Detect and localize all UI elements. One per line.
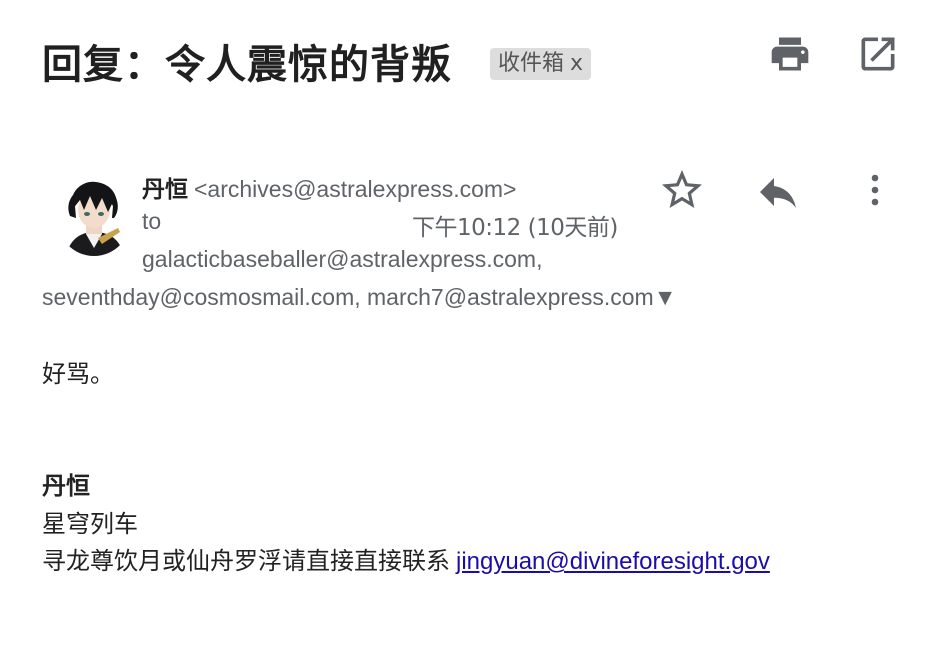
sender-name[interactable]: 丹恒	[142, 177, 188, 203]
signature-contact-text: 寻龙尊饮月或仙舟罗浮请直接直接联系	[42, 547, 450, 575]
show-details-arrow[interactable]: ▼	[654, 284, 677, 310]
email-timestamp: 下午10:12 (10天前)	[412, 215, 618, 241]
recipients-text: seventhday@cosmosmail.com, march7@astral…	[42, 284, 654, 310]
inbox-label-chip[interactable]: 收件箱 x	[490, 48, 592, 80]
email-subject: 回复：令人震惊的背叛	[42, 42, 452, 88]
sender-line: 丹恒 <archives@astralexpress.com>	[142, 170, 516, 204]
more-vertical-icon[interactable]	[854, 166, 902, 214]
recipients-line-1: galacticbaseballer@astralexpress.com,	[142, 246, 543, 272]
signature-contact: 寻龙尊饮月或仙舟罗浮请直接直接联系 jingyuan@divineforesigh…	[42, 541, 770, 576]
reply-arrow-icon[interactable]	[754, 168, 802, 216]
sender-email: <archives@astralexpress.com>	[194, 176, 517, 202]
remove-label-button[interactable]: x	[570, 51, 583, 76]
print-icon[interactable]	[768, 32, 812, 76]
label-text: 收件箱	[498, 51, 565, 76]
email-body: 好骂。	[42, 360, 114, 388]
star-outline-icon[interactable]	[658, 166, 706, 214]
recipients-line-2: seventhday@cosmosmail.com, march7@astral…	[42, 284, 676, 311]
to-label: to	[142, 208, 162, 234]
signature-org: 星穹列车	[42, 510, 138, 538]
signature-email-link[interactable]: jingyuan@divineforesight.gov	[456, 548, 770, 575]
signature-name: 丹恒	[42, 472, 90, 500]
open-in-new-window-icon[interactable]	[856, 32, 900, 76]
sender-avatar[interactable]	[56, 176, 132, 256]
